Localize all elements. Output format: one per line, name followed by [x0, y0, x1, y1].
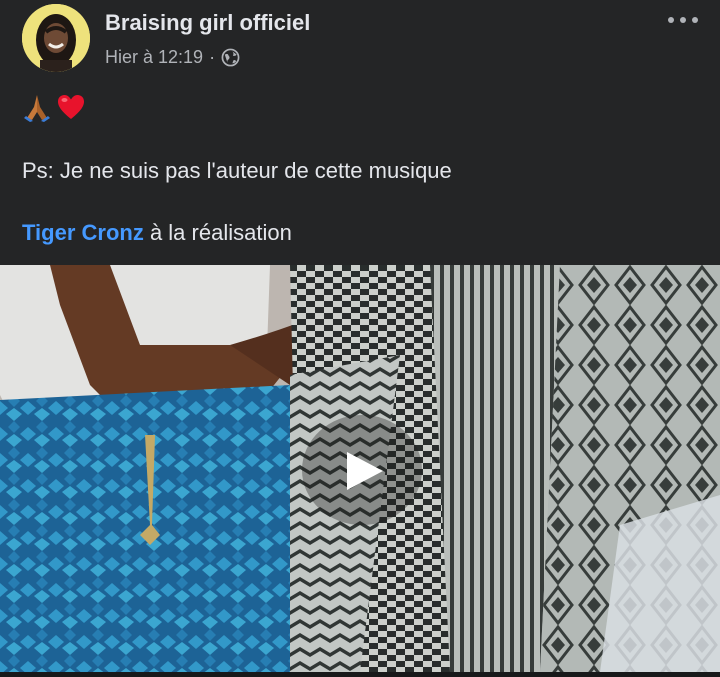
- globe-icon[interactable]: [221, 48, 240, 67]
- post-emojis: [22, 92, 86, 122]
- more-dot: [668, 17, 674, 23]
- more-dot: [692, 17, 698, 23]
- post-timestamp[interactable]: Hier à 12:19: [105, 47, 203, 68]
- more-dot: [680, 17, 686, 23]
- post-meta: Hier à 12:19 ·: [105, 47, 240, 68]
- post-header: Braising girl officiel Hier à 12:19 ·: [0, 0, 720, 80]
- play-icon[interactable]: [345, 450, 385, 492]
- post-text-fragment: à la réalisation: [143, 220, 292, 245]
- author-avatar[interactable]: [22, 4, 90, 72]
- tagged-user-link[interactable]: Tiger Cronz: [22, 220, 144, 245]
- folded-hands-emoji: [24, 95, 50, 122]
- post-text-line: Ps: Je ne suis pas l'auteur de cette mus…: [22, 158, 452, 183]
- post-footer-divider: [0, 672, 720, 677]
- red-heart-emoji: [58, 95, 84, 119]
- meta-separator: ·: [209, 47, 216, 67]
- avatar-image: [22, 4, 90, 72]
- more-options-icon[interactable]: [668, 10, 698, 30]
- post-text-line: Tiger Cronz à la réalisation: [22, 220, 292, 246]
- author-name[interactable]: Braising girl officiel: [105, 10, 310, 36]
